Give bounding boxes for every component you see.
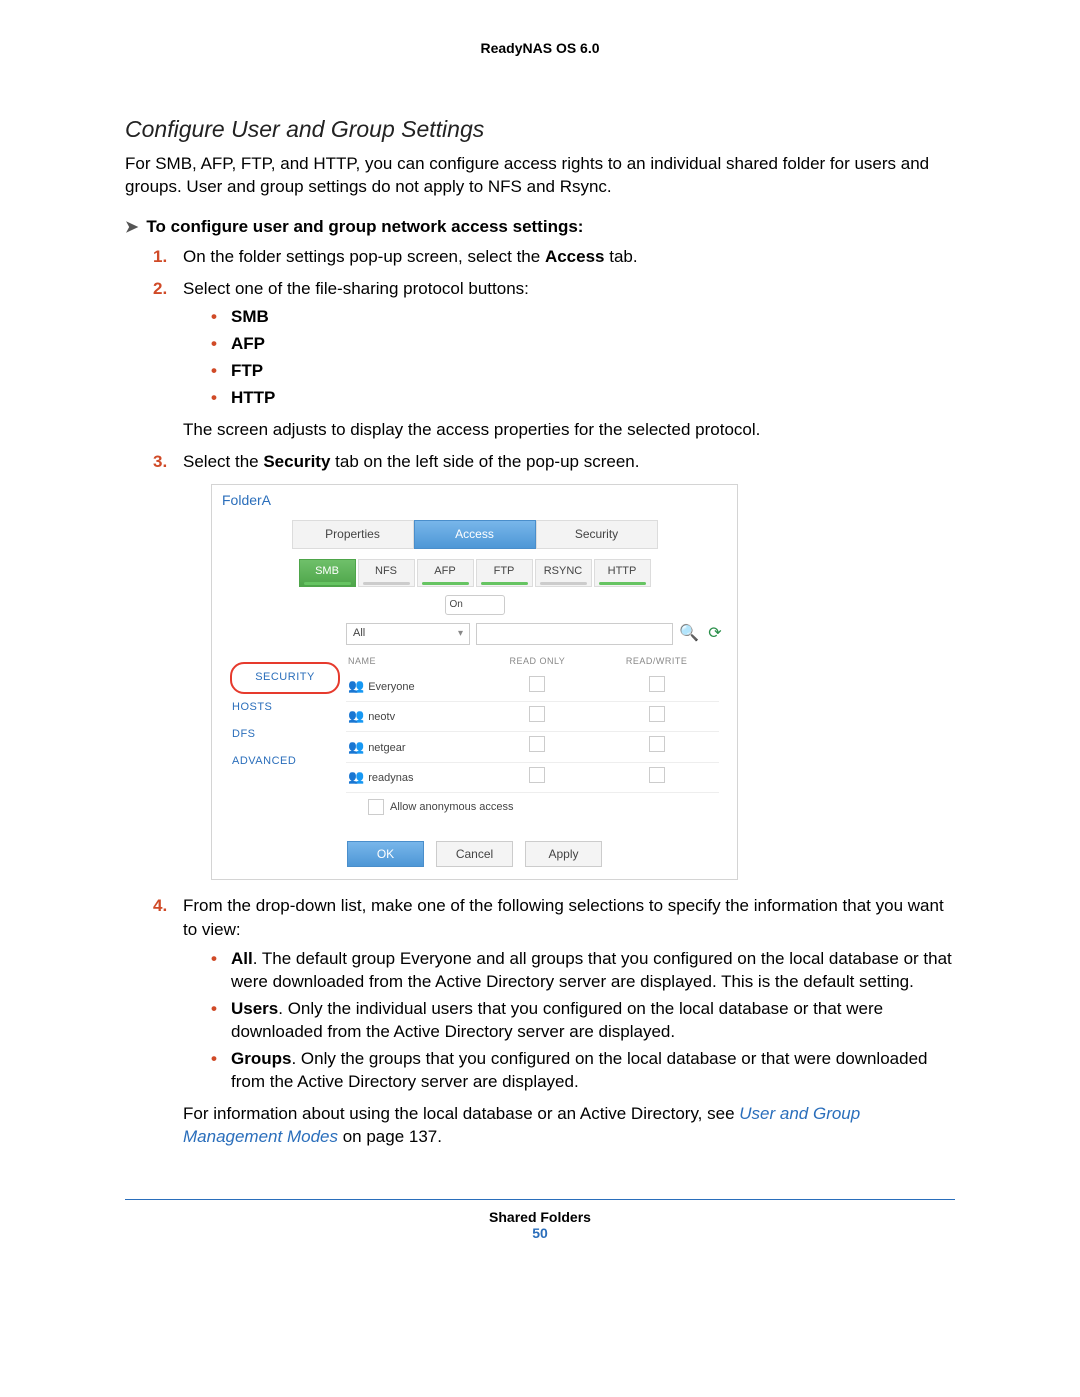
main-tabs: Properties Access Security	[212, 516, 737, 559]
search-icon[interactable]: 🔍	[679, 623, 699, 645]
footer-section: Shared Folders	[125, 1209, 955, 1225]
intro-paragraph: For SMB, AFP, FTP, and HTTP, you can con…	[125, 153, 955, 199]
step-4: From the drop-down list, make one of the…	[153, 894, 955, 1149]
anon-row: Allow anonymous access	[346, 793, 725, 815]
group-icon: 👥	[348, 739, 364, 754]
tab-security[interactable]: Security	[536, 520, 658, 549]
step4-note: For information about using the local da…	[183, 1102, 955, 1150]
checkbox[interactable]	[649, 767, 665, 783]
checkbox[interactable]	[529, 767, 545, 783]
step2-after: The screen adjusts to display the access…	[183, 418, 955, 442]
page-number: 50	[125, 1225, 955, 1241]
footer-divider	[125, 1199, 955, 1200]
doc-header: ReadyNAS OS 6.0	[125, 40, 955, 56]
search-input[interactable]	[476, 623, 673, 645]
step-1: On the folder settings pop-up screen, se…	[153, 245, 955, 269]
apply-button[interactable]: Apply	[525, 841, 602, 867]
col-name: NAME	[346, 651, 480, 672]
anon-checkbox[interactable]	[368, 799, 384, 815]
screenshot-panel: FolderA Properties Access Security SMB N…	[211, 484, 738, 881]
checkbox[interactable]	[649, 706, 665, 722]
group-icon: 👥	[348, 678, 364, 693]
checkbox[interactable]	[649, 676, 665, 692]
checkbox[interactable]	[529, 736, 545, 752]
table-row: 👥neotv	[346, 701, 719, 731]
procedure-heading: To configure user and group network acce…	[146, 217, 583, 237]
ptab-afp[interactable]: AFP	[417, 559, 474, 586]
refresh-icon[interactable]: ⟳	[705, 623, 725, 645]
folder-title: FolderA	[212, 485, 737, 517]
protocol-http: HTTP	[231, 388, 275, 407]
table-row: 👥Everyone	[346, 672, 719, 702]
ptab-smb[interactable]: SMB	[299, 559, 356, 586]
checkbox[interactable]	[529, 676, 545, 692]
chevron-right-icon: ➤	[125, 217, 138, 237]
cancel-button[interactable]: Cancel	[436, 841, 513, 867]
ptab-ftp[interactable]: FTP	[476, 559, 533, 586]
group-icon: 👥	[348, 708, 364, 723]
permissions-table: NAME READ ONLY READ/WRITE 👥Everyone 👥neo…	[346, 651, 719, 793]
protocol-ftp: FTP	[231, 361, 263, 380]
protocol-afp: AFP	[231, 334, 265, 353]
ptab-nfs[interactable]: NFS	[358, 559, 415, 586]
options-list: All. The default group Everyone and all …	[211, 948, 955, 1094]
sidenav-advanced[interactable]: ADVANCED	[230, 748, 340, 775]
sidenav-hosts[interactable]: HOSTS	[230, 694, 340, 721]
protocol-smb: SMB	[231, 307, 269, 326]
section-title: Configure User and Group Settings	[125, 116, 955, 143]
checkbox[interactable]	[529, 706, 545, 722]
group-icon: 👥	[348, 769, 364, 784]
side-nav: SECURITY HOSTS DFS ADVANCED	[224, 662, 346, 776]
table-row: 👥netgear	[346, 732, 719, 762]
col-readwrite: READ/WRITE	[594, 651, 719, 672]
tab-access[interactable]: Access	[414, 520, 536, 549]
table-row: 👥readynas	[346, 762, 719, 792]
sidenav-security[interactable]: SECURITY	[230, 662, 340, 693]
protocol-tabs: SMB NFS AFP FTP RSYNC HTTP	[212, 559, 737, 594]
step-2: Select one of the file-sharing protocol …	[153, 277, 955, 442]
protocol-list: SMB AFP FTP HTTP	[211, 306, 955, 410]
ptab-rsync[interactable]: RSYNC	[535, 559, 592, 586]
on-off-toggle[interactable]: On	[445, 595, 505, 615]
filter-dropdown[interactable]: All ▾	[346, 623, 470, 645]
step-3: Select the Security tab on the left side…	[153, 450, 955, 880]
tab-properties[interactable]: Properties	[292, 520, 414, 549]
ok-button[interactable]: OK	[347, 841, 424, 867]
checkbox[interactable]	[649, 736, 665, 752]
col-readonly: READ ONLY	[480, 651, 594, 672]
sidenav-dfs[interactable]: DFS	[230, 721, 340, 748]
ptab-http[interactable]: HTTP	[594, 559, 651, 586]
chevron-down-icon: ▾	[458, 627, 463, 641]
